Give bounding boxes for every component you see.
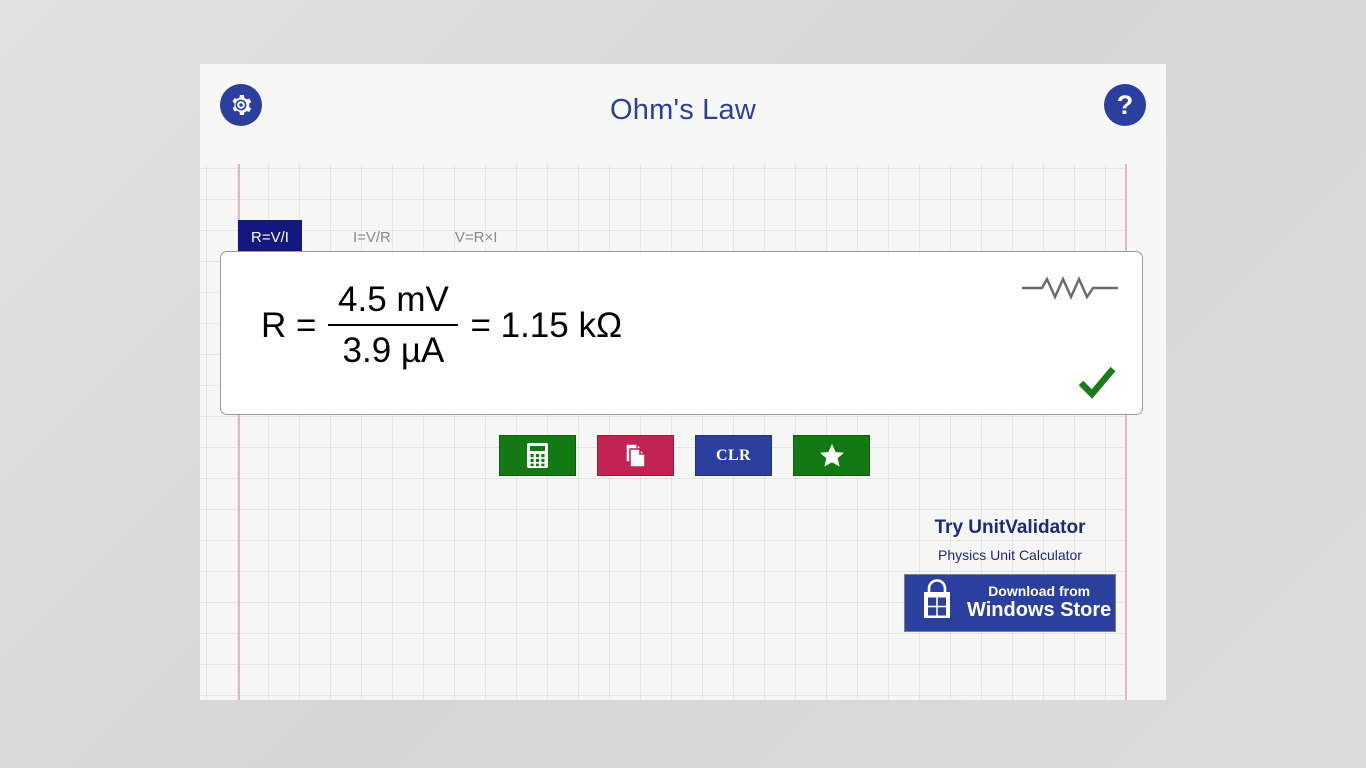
formula-left-hand-side: R = <box>261 305 317 345</box>
question-mark-icon: ? <box>1116 89 1134 120</box>
tab-i-equals-v-over-r[interactable]: I=V/R <box>340 220 404 254</box>
formula-denominator: 3.9 µA <box>342 331 445 371</box>
check-mark-icon <box>1078 365 1116 404</box>
promo-subtitle: Physics Unit Calculator <box>938 546 1082 563</box>
formula-numerator: 4.5 mV <box>338 280 449 319</box>
tab-r-equals-v-over-i[interactable]: R=V/I <box>238 220 302 254</box>
copy-pages-icon <box>625 443 646 468</box>
tab-spacer <box>404 220 442 254</box>
page-title: Ohm's Law <box>610 94 756 126</box>
clear-button-label: CLR <box>716 446 751 464</box>
fraction-bar <box>328 324 459 327</box>
calculate-button[interactable] <box>499 435 576 476</box>
app-header: Ohm's Law ? <box>200 64 1166 160</box>
formula-result-card: R = 4.5 mV 3.9 µA = 1.15 kΩ <box>220 251 1143 415</box>
store-badge-text: Download from Windows Store <box>967 584 1111 621</box>
calculator-icon <box>527 443 548 468</box>
paper-right-blank-strip <box>1127 164 1166 700</box>
desktop-background: Ohm's Law ? R=V/I I=V/R V=R×I R = 4.5 mV <box>0 0 1366 768</box>
formula-tabs: R=V/I I=V/R V=R×I <box>238 220 510 254</box>
store-badge-small-label: Download from <box>988 583 1091 600</box>
action-button-row: CLR <box>499 435 870 476</box>
tab-spacer <box>302 220 340 254</box>
help-button[interactable]: ? <box>1104 84 1146 126</box>
ohms-law-app-window: Ohm's Law ? R=V/I I=V/R V=R×I R = 4.5 mV <box>200 64 1166 700</box>
promo-title: Try UnitValidator <box>934 517 1086 538</box>
formula-result: = 1.15 kΩ <box>470 305 623 345</box>
clear-button[interactable]: CLR <box>695 435 772 476</box>
windows-store-bag-icon <box>917 579 957 626</box>
promo-block: Try UnitValidator Physics Unit Calculato… <box>904 517 1116 632</box>
formula-fraction: 4.5 mV 3.9 µA <box>328 279 459 372</box>
copy-button[interactable] <box>597 435 674 476</box>
windows-store-download-button[interactable]: Download from Windows Store <box>904 573 1116 632</box>
tab-v-equals-r-times-i[interactable]: V=R×I <box>442 220 511 254</box>
resistor-symbol-icon <box>1020 274 1120 307</box>
store-badge-big-label: Windows Store <box>967 599 1112 622</box>
star-icon <box>819 444 844 467</box>
favorite-button[interactable] <box>793 435 870 476</box>
formula-expression: R = 4.5 mV 3.9 µA = 1.15 kΩ <box>261 279 622 372</box>
